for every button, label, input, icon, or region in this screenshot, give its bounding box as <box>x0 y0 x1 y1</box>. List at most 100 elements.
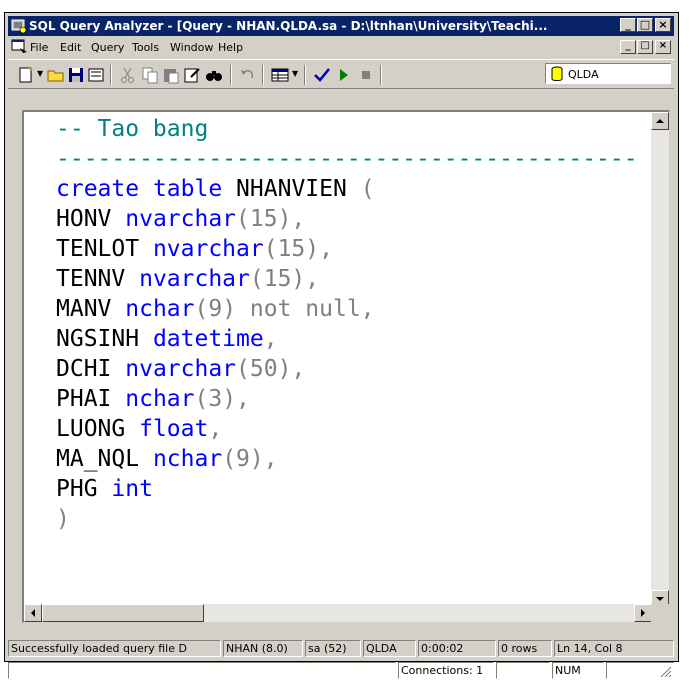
code-token: nchar <box>125 296 195 322</box>
scroll-right-button[interactable] <box>634 604 652 622</box>
title-bar[interactable]: SQL Query Analyzer - [Query - NHAN.QLDA.… <box>8 16 674 36</box>
code-line[interactable]: LUONG float, <box>56 414 650 444</box>
menu-edit[interactable]: Edit <box>60 41 81 54</box>
code-token: ----------------------------------------… <box>56 146 638 172</box>
paste-icon[interactable] <box>161 65 181 85</box>
dropdown-arrow-icon[interactable]: ▼ <box>37 69 43 78</box>
menu-tools[interactable]: Tools <box>132 41 159 54</box>
code-token: int <box>111 476 153 502</box>
open-icon[interactable] <box>46 65 66 85</box>
stop-icon[interactable] <box>356 65 376 85</box>
child-restore-button[interactable]: □ <box>637 40 653 54</box>
database-icon <box>551 66 563 81</box>
resize-grip-icon[interactable] <box>660 666 672 678</box>
code-line[interactable]: MANV nchar(9) not null, <box>56 294 650 324</box>
code-token: PHG <box>56 476 112 502</box>
status-message: Successfully loaded query file D <box>8 640 221 657</box>
menu-bar: File Edit Query Tools Window Help _ □ × <box>8 37 674 59</box>
scroll-left-button[interactable] <box>24 604 42 622</box>
toolbar-separator <box>230 65 232 85</box>
results-grid-icon[interactable] <box>270 65 290 85</box>
code-line[interactable]: PHG int <box>56 474 650 504</box>
child-close-button[interactable]: × <box>655 40 671 54</box>
code-token: (9), <box>222 446 278 472</box>
cut-icon[interactable] <box>118 65 138 85</box>
code-token: , <box>208 416 223 442</box>
code-line[interactable]: TENNV nvarchar(15), <box>56 264 650 294</box>
horizontal-scrollbar[interactable] <box>24 604 652 622</box>
arrow-up-icon <box>656 119 664 123</box>
code-token: (15), <box>249 266 320 292</box>
code-token: nvarchar <box>125 356 237 382</box>
status-bar-secondary: Connections: 1 NUM <box>8 660 674 680</box>
window-title: SQL Query Analyzer - [Query - NHAN.QLDA.… <box>29 19 548 33</box>
code-line[interactable]: MA_NQL nchar(9), <box>56 444 650 474</box>
vertical-scrollbar[interactable] <box>651 112 669 608</box>
code-token: ) <box>56 506 70 532</box>
code-token: LUONG <box>56 416 140 442</box>
code-line[interactable]: ----------------------------------------… <box>56 144 650 174</box>
status-empty <box>8 662 396 679</box>
code-line[interactable]: HONV nvarchar(15), <box>56 204 650 234</box>
horizontal-scroll-thumb[interactable] <box>42 604 204 622</box>
dropdown-arrow-icon[interactable]: ▼ <box>292 69 298 78</box>
toolbar: ▼ ▼ QLDA <box>8 59 674 89</box>
menu-help[interactable]: Help <box>218 41 243 54</box>
minimize-button[interactable]: _ <box>620 18 636 32</box>
code-token: , <box>263 326 278 352</box>
code-token: DCHI <box>56 356 126 382</box>
status-position: Ln 14, Col 8 <box>554 640 674 657</box>
scroll-up-button[interactable] <box>651 112 669 130</box>
code-token: PHAI <box>56 386 126 412</box>
status-rows: 0 rows <box>498 640 552 657</box>
menu-file[interactable]: File <box>30 41 48 54</box>
code-area[interactable]: -- Tao bang -----------------------------… <box>56 114 650 608</box>
parse-icon[interactable] <box>312 65 332 85</box>
code-token: MA_NQL <box>56 446 153 472</box>
load-script-icon[interactable] <box>86 65 106 85</box>
editor-gutter <box>24 112 42 608</box>
code-token: -- Tao bang <box>56 116 209 142</box>
copy-icon[interactable] <box>140 65 160 85</box>
status-num: NUM <box>552 662 604 679</box>
code-line[interactable]: TENLOT nvarchar(15), <box>56 234 650 264</box>
status-bar: Successfully loaded query file D NHAN (8… <box>8 638 674 658</box>
scroll-corner <box>651 604 669 622</box>
code-token: datetime <box>152 326 264 352</box>
status-caps <box>496 662 550 679</box>
arrow-left-icon <box>31 609 35 617</box>
status-server: NHAN (8.0) <box>223 640 303 657</box>
code-token: nvarchar <box>125 206 237 232</box>
new-query-icon[interactable] <box>16 65 36 85</box>
code-line[interactable]: ) <box>56 504 650 534</box>
code-line[interactable]: -- Tao bang <box>56 114 650 144</box>
database-selector[interactable]: QLDA <box>545 63 671 84</box>
code-line[interactable]: NGSINH datetime, <box>56 324 650 354</box>
toolbar-separator <box>380 65 382 85</box>
code-token: table <box>152 176 223 202</box>
save-icon[interactable] <box>66 65 86 85</box>
menu-window[interactable]: Window <box>170 41 213 54</box>
maximize-button[interactable]: □ <box>637 18 653 32</box>
menu-query[interactable]: Query <box>91 41 124 54</box>
execute-icon[interactable] <box>334 65 354 85</box>
code-token: (3), <box>194 386 250 412</box>
edit-icon[interactable] <box>182 65 202 85</box>
query-analyzer-icon <box>11 19 27 34</box>
undo-icon[interactable] <box>238 65 258 85</box>
code-line[interactable]: PHAI nchar(3), <box>56 384 650 414</box>
query-editor[interactable]: -- Tao bang -----------------------------… <box>22 110 670 623</box>
code-token: ( <box>360 176 375 202</box>
code-token: NHANVIEN <box>222 176 361 202</box>
code-line[interactable]: create table NHANVIEN ( <box>56 174 650 204</box>
code-token: HONV <box>56 206 126 232</box>
toolbar-separator <box>110 65 112 85</box>
code-token: nchar <box>152 446 223 472</box>
code-line[interactable]: DCHI nvarchar(50), <box>56 354 650 384</box>
child-minimize-button[interactable]: _ <box>620 40 636 54</box>
arrow-right-icon <box>641 609 645 617</box>
document-icon[interactable] <box>11 39 29 55</box>
close-button[interactable]: × <box>655 18 671 32</box>
find-icon[interactable] <box>204 65 224 85</box>
status-connections: Connections: 1 <box>398 662 494 679</box>
